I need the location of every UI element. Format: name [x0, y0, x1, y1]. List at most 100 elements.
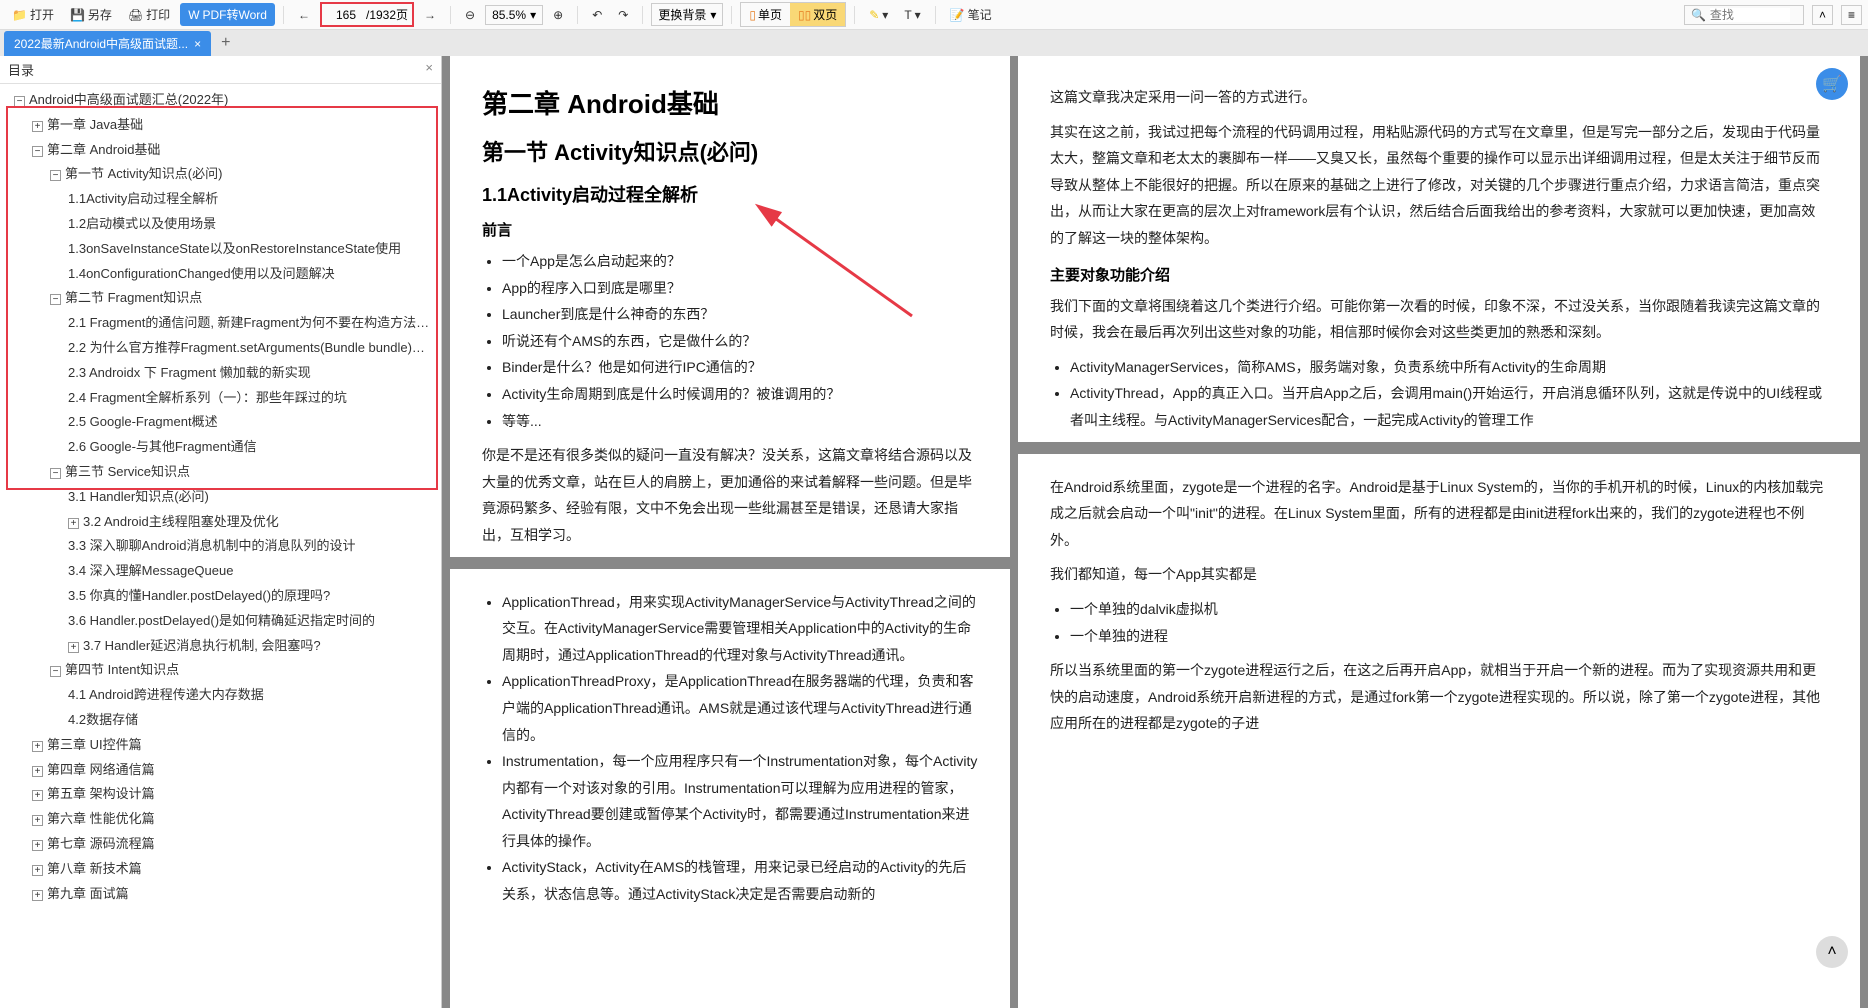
print-label: 打印 [146, 6, 170, 23]
toc-item[interactable]: +3.2 Android主线程阻塞处理及优化 [0, 510, 441, 535]
toc-label: 第五章 架构设计篇 [47, 786, 155, 801]
toc-item[interactable]: 2.3 Androidx 下 Fragment 懒加载的新实现 [0, 361, 441, 386]
add-tab-button[interactable]: + [217, 30, 234, 56]
note-button[interactable]: 📝笔记 [944, 3, 998, 26]
more-button[interactable]: ≡ [1841, 5, 1862, 25]
toc-label: 第一节 Activity知识点(必问) [65, 166, 222, 181]
toc-item[interactable]: −第三节 Service知识点 [0, 460, 441, 485]
toc-label: 第九章 面试篇 [47, 886, 129, 901]
toc-item[interactable]: 1.1Activity启动过程全解析 [0, 187, 441, 212]
expand-icon[interactable]: + [32, 890, 43, 901]
pdf-to-word-button[interactable]: WPDF转Word [180, 3, 275, 26]
toc-item[interactable]: −第二章 Android基础 [0, 138, 441, 163]
undo-button[interactable]: ↶ [586, 5, 608, 25]
toc-item[interactable]: 4.2数据存储 [0, 708, 441, 733]
paragraph: 这篇文章我决定采用一问一答的方式进行。 [1050, 84, 1828, 111]
toc-label: 第三章 UI控件篇 [47, 737, 142, 752]
dual-page-button[interactable]: ▯▯双页 [790, 3, 845, 26]
toc-item[interactable]: −第一节 Activity知识点(必问) [0, 162, 441, 187]
class-list: ActivityManagerServices，简称AMS，服务端对象，负责系统… [1070, 354, 1828, 434]
highlight-button[interactable]: ✎▾ [863, 5, 894, 25]
page-total: /1932页 [366, 6, 408, 23]
toc-item[interactable]: 3.5 你真的懂Handler.postDelayed()的原理吗? [0, 584, 441, 609]
collapse-icon[interactable]: − [14, 96, 25, 107]
expand-icon[interactable]: + [32, 865, 43, 876]
toc-item[interactable]: 3.4 深入理解MessageQueue [0, 559, 441, 584]
toc-label: 第八章 新技术篇 [47, 861, 142, 876]
list-item: Activity生命周期到底是什么时候调用的？被谁调用的？ [502, 381, 978, 408]
print-button[interactable]: 🖨打印 [122, 3, 176, 26]
toc-item[interactable]: 2.5 Google-Fragment概述 [0, 410, 441, 435]
zoom-select[interactable]: 85.5%▾ [485, 5, 543, 25]
expand-icon[interactable]: + [32, 815, 43, 826]
toc-item[interactable]: + 第八章 新技术篇 [0, 857, 441, 882]
close-icon[interactable]: × [425, 60, 433, 79]
toc-item[interactable]: +第四章 网络通信篇 [0, 758, 441, 783]
collapse-icon[interactable]: − [50, 666, 61, 677]
text-button[interactable]: T▾ [898, 5, 926, 25]
toc-item[interactable]: + 第三章 UI控件篇 [0, 733, 441, 758]
document-tab[interactable]: 2022最新Android中高级面试题... × [4, 31, 211, 56]
expand-icon[interactable]: + [32, 840, 43, 851]
expand-icon[interactable]: + [32, 790, 43, 801]
share-icon: 🛒 [1822, 74, 1842, 94]
separator [854, 6, 855, 24]
collapse-icon[interactable]: − [32, 146, 43, 157]
toc-item[interactable]: 1.3onSaveInstanceState以及onRestoreInstanc… [0, 237, 441, 262]
expand-icon[interactable]: + [32, 121, 43, 132]
toc-item[interactable]: 3.6 Handler.postDelayed()是如何精确延迟指定时间的 [0, 609, 441, 634]
search-box[interactable]: 🔍 [1684, 5, 1804, 25]
toc-item[interactable]: + 第九章 面试篇 [0, 882, 441, 907]
toc-item[interactable]: 4.1 Android跨进程传递大内存数据 [0, 683, 441, 708]
zoom-out-button[interactable]: ⊖ [459, 5, 481, 25]
toc-item[interactable]: 1.2启动模式以及使用场景 [0, 212, 441, 237]
undo-icon: ↶ [592, 8, 602, 22]
separator [642, 6, 643, 24]
expand-icon[interactable]: + [32, 766, 43, 777]
expand-icon[interactable]: + [68, 642, 79, 653]
toc-item[interactable]: +3.7 Handler延迟消息执行机制, 会阻塞吗? [0, 634, 441, 659]
paragraph: 我们下面的文章将围绕着这几个类进行介绍。可能你第一次看的时候，印象不深，不过没关… [1050, 293, 1828, 346]
toc-item[interactable]: +第七章 源码流程篇 [0, 832, 441, 857]
expand-icon[interactable]: + [68, 518, 79, 529]
prev-page-button[interactable]: ← [292, 5, 316, 25]
subsection-title: 1.1Activity启动过程全解析 [482, 181, 978, 207]
note-label: 笔记 [968, 6, 992, 23]
toc-item[interactable]: −第二节 Fragment知识点 [0, 286, 441, 311]
toc-item[interactable]: 2.1 Fragment的通信问题, 新建Fragment为何不要在构造方法中传… [0, 311, 441, 336]
export-button[interactable]: 💾另存 [64, 3, 118, 26]
collapse-icon[interactable]: − [50, 468, 61, 479]
toc-item[interactable]: 2.2 为什么官方推荐Fragment.setArguments(Bundle … [0, 336, 441, 361]
next-page-button[interactable]: → [418, 5, 442, 25]
search-input[interactable] [1710, 8, 1790, 22]
toc-item[interactable]: +第六章 性能优化篇 [0, 807, 441, 832]
redo-button[interactable]: ↷ [612, 5, 634, 25]
toc-item[interactable]: +第一章 Java基础 [0, 113, 441, 138]
scroll-top-button[interactable]: ˄ [1816, 936, 1848, 968]
toc-item[interactable]: + 第五章 架构设计篇 [0, 782, 441, 807]
list-item: 等等... [502, 408, 978, 435]
expand-icon[interactable]: + [32, 741, 43, 752]
toc-item[interactable]: −Android中高级面试题汇总(2022年) [0, 88, 441, 113]
single-page-button[interactable]: ▯单页 [741, 3, 790, 26]
collapse-button[interactable]: ˄ [1812, 5, 1833, 25]
share-button[interactable]: 🛒 [1816, 68, 1848, 100]
collapse-icon[interactable]: − [50, 294, 61, 305]
open-button[interactable]: 📁打开 [6, 3, 60, 26]
close-icon[interactable]: × [194, 37, 201, 51]
toc-item[interactable]: 3.1 Handler知识点(必问) [0, 485, 441, 510]
toc-item[interactable]: 2.6 Google-与其他Fragment通信 [0, 435, 441, 460]
toc-label: 第二章 Android基础 [47, 142, 160, 157]
chevron-up-icon: ˄ [1819, 8, 1826, 22]
more-icon: ≡ [1848, 8, 1855, 22]
bg-select[interactable]: 更换背景▾ [651, 3, 723, 26]
page-input[interactable] [326, 8, 366, 22]
word-icon: W [188, 8, 199, 22]
zoom-in-button[interactable]: ⊕ [547, 5, 569, 25]
toc-item[interactable]: 3.3 深入聊聊Android消息机制中的消息队列的设计 [0, 534, 441, 559]
collapse-icon[interactable]: − [50, 170, 61, 181]
plus-icon: + [221, 34, 230, 51]
toc-item[interactable]: −第四节 Intent知识点 [0, 658, 441, 683]
toc-item[interactable]: 1.4onConfigurationChanged使用以及问题解决 [0, 262, 441, 287]
toc-item[interactable]: 2.4 Fragment全解析系列（一）：那些年踩过的坑 [0, 386, 441, 411]
